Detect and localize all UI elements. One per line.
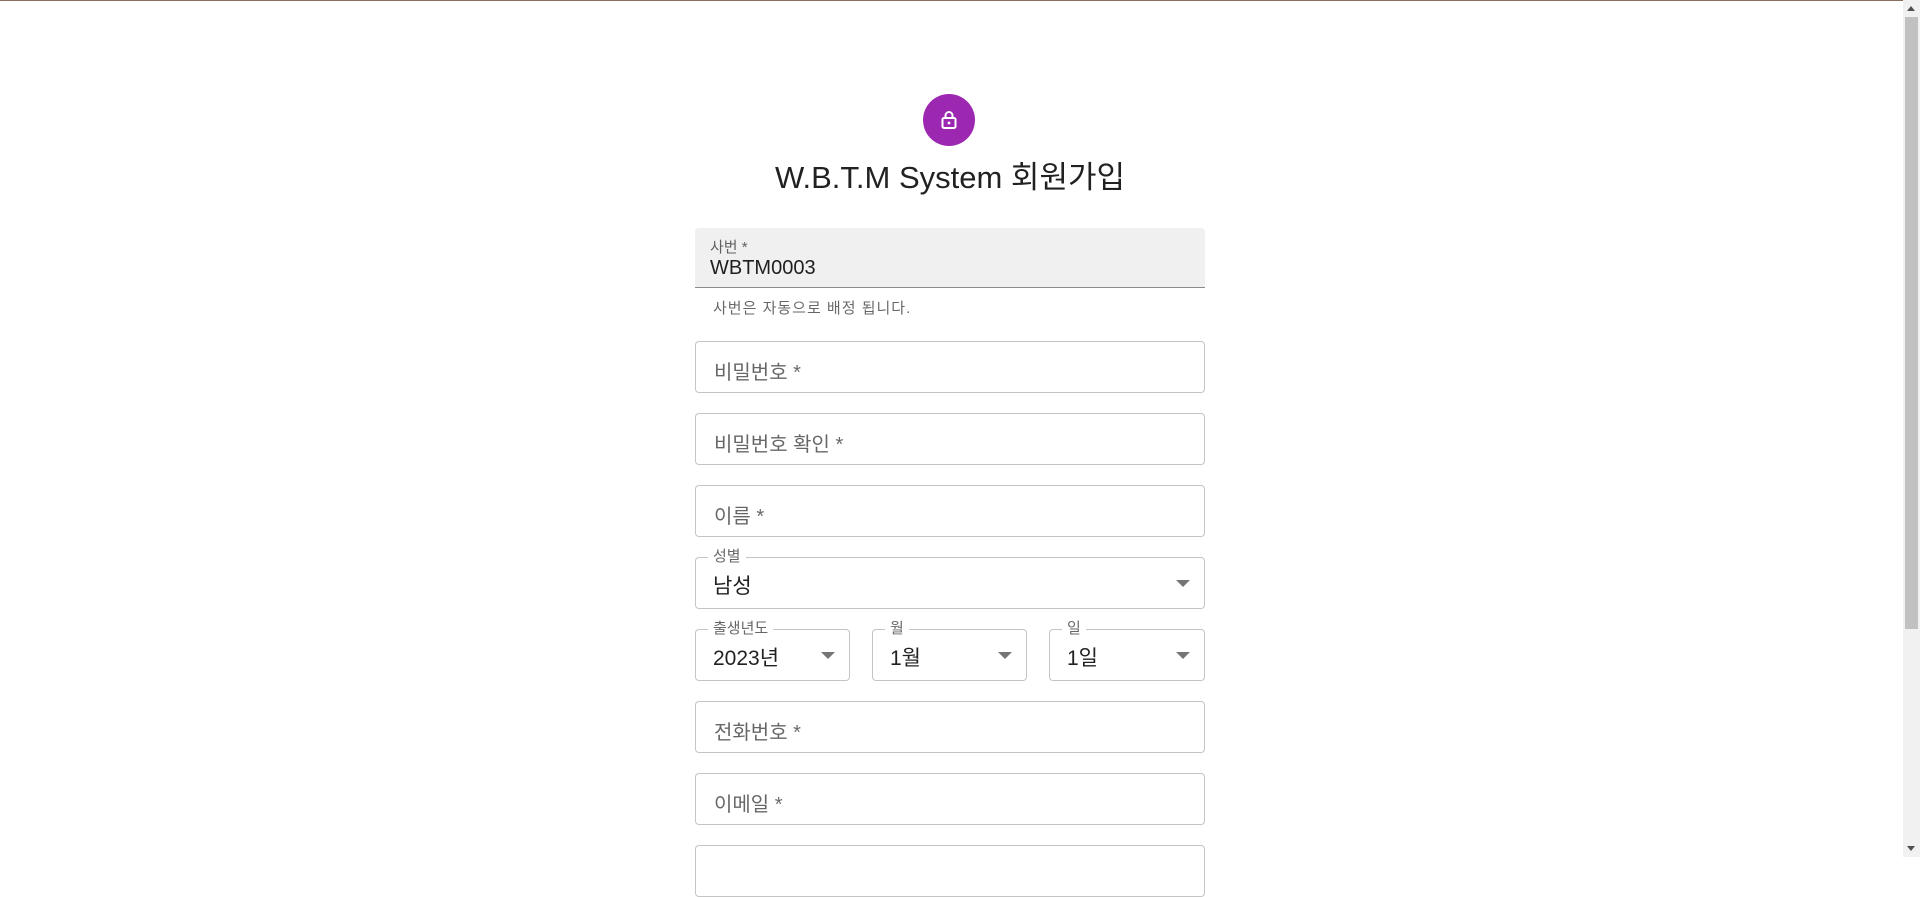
gender-label: 성별 — [708, 548, 746, 566]
employee-id-helper: 사번은 자동으로 배정 됩니다. — [713, 300, 912, 317]
vertical-scrollbar[interactable] — [1903, 0, 1920, 857]
birth-year-select[interactable]: 출생년도 2023년 — [695, 620, 850, 681]
birth-month-select[interactable]: 월 1월 — [872, 620, 1027, 681]
birth-month-label: 월 — [885, 620, 909, 638]
birth-day-select[interactable]: 일 1일 — [1049, 620, 1205, 681]
phone-field[interactable]: 전화번호 * — [695, 701, 1205, 753]
password-confirm-field[interactable]: 비밀번호 확인 * — [695, 413, 1205, 465]
next-field[interactable] — [695, 845, 1205, 897]
phone-placeholder: 전화번호 * — [714, 722, 801, 744]
employee-id-field[interactable]: 사번 * WBTM0003 — [695, 228, 1205, 288]
password-placeholder: 비밀번호 * — [714, 362, 801, 384]
name-placeholder: 이름 * — [714, 506, 765, 528]
employee-id-label: 사번 * — [710, 239, 748, 256]
dropdown-arrow-icon — [821, 652, 835, 659]
top-border — [0, 0, 1920, 1]
gender-value: 남성 — [713, 575, 752, 598]
birth-year-label: 출생년도 — [708, 620, 774, 638]
lock-icon — [941, 111, 957, 129]
email-placeholder: 이메일 * — [714, 794, 783, 816]
birth-month-value: 1월 — [890, 647, 921, 670]
dropdown-arrow-icon — [1176, 580, 1190, 587]
scroll-down-arrow-icon[interactable] — [1907, 846, 1915, 851]
birth-day-value: 1일 — [1067, 647, 1098, 670]
employee-id-value: WBTM0003 — [710, 257, 816, 279]
name-field[interactable]: 이름 * — [695, 485, 1205, 537]
gender-select[interactable]: 성별 남성 — [695, 548, 1205, 609]
avatar — [923, 94, 975, 146]
dropdown-arrow-icon — [998, 652, 1012, 659]
birth-day-label: 일 — [1062, 620, 1086, 638]
scroll-up-arrow-icon[interactable] — [1907, 6, 1915, 11]
password-field[interactable]: 비밀번호 * — [695, 341, 1205, 393]
password-confirm-placeholder: 비밀번호 확인 * — [714, 434, 844, 456]
page-title: W.B.T.M System 회원가입 — [774, 160, 1126, 195]
scrollbar-thumb[interactable] — [1905, 17, 1918, 629]
dropdown-arrow-icon — [1176, 652, 1190, 659]
email-field[interactable]: 이메일 * — [695, 773, 1205, 825]
birth-year-value: 2023년 — [713, 647, 780, 670]
